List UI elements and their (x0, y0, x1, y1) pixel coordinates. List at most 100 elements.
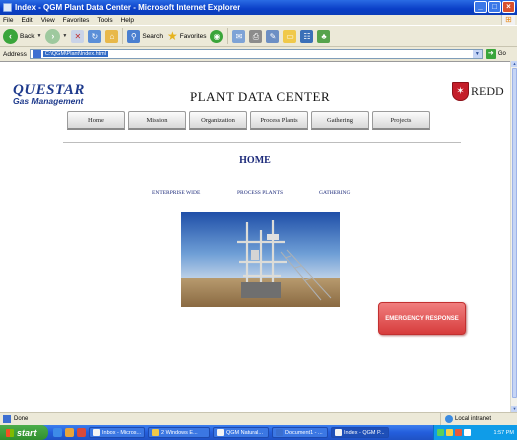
address-bar: Address C:\QGM\Plant\Index.html ▼ ➜ Go (0, 48, 517, 60)
menu-help[interactable]: Help (121, 17, 134, 24)
star-icon: ★ (166, 29, 178, 43)
search-label: Search (142, 32, 163, 40)
menu-bar: File Edit View Favorites Tools Help ⊞ (0, 15, 517, 25)
close-button[interactable]: × (502, 1, 515, 13)
section-heading: HOME (239, 155, 271, 166)
dropdown-arrow-icon[interactable]: ▼ (472, 50, 482, 58)
menu-favorites[interactable]: Favorites (63, 17, 90, 24)
start-button[interactable]: start (0, 425, 48, 440)
page-title: PLANT DATA CENTER (190, 89, 331, 104)
outlook-launch-icon[interactable] (65, 428, 74, 437)
tab-mission[interactable]: Mission (128, 111, 186, 130)
antivirus-icon[interactable] (455, 429, 462, 436)
task-qgm-natural[interactable]: QGM Natural... (213, 427, 269, 438)
search-button[interactable]: ⚲ Search (127, 27, 163, 45)
search-icon: ⚲ (127, 29, 141, 43)
favorites-label: Favorites (179, 32, 207, 40)
task-label: Inbox - Micros... (102, 429, 142, 436)
forward-arrow-icon: › (45, 28, 61, 44)
status-bar: Done Local intranet (0, 412, 517, 425)
dropdown-arrow-icon: ▼ (62, 33, 68, 39)
messenger-icon[interactable]: ☷ (300, 29, 314, 43)
ie-icon (3, 3, 12, 12)
folder-icon[interactable]: ▭ (283, 29, 297, 43)
task-label: QGM Natural... (226, 429, 263, 436)
go-label: Go (497, 51, 506, 57)
window-titlebar: Index - QGM Plant Data Center - Microsof… (0, 0, 517, 15)
network-icon[interactable] (437, 429, 444, 436)
link-enterprise-wide[interactable]: ENTERPRISE WIDE (152, 190, 200, 196)
menu-tools[interactable]: Tools (97, 17, 112, 24)
minimize-button[interactable]: _ (474, 1, 487, 13)
media-launch-icon[interactable] (77, 428, 86, 437)
forward-button[interactable]: › ▼ (45, 27, 67, 45)
media-icon[interactable]: ◉ (210, 29, 224, 43)
refresh-icon[interactable]: ↻ (88, 29, 102, 43)
scroll-thumb[interactable] (512, 68, 517, 398)
favorites-button[interactable]: ★ Favorites (167, 27, 207, 45)
dropdown-arrow-icon: ▼ (36, 33, 42, 39)
scroll-up-icon[interactable]: ▲ (511, 61, 517, 67)
redd-label: REDD (471, 84, 504, 98)
outlook-icon (93, 429, 100, 436)
security-zone: Local intranet (440, 413, 491, 425)
tab-gathering[interactable]: Gathering (311, 111, 369, 130)
task-document1[interactable]: Document1 - ... (272, 427, 328, 438)
link-gathering[interactable]: GATHERING (319, 190, 350, 196)
task-label: 2 Windows E... (161, 429, 198, 436)
page-icon (3, 415, 11, 423)
system-tray: 1:57 PM (433, 425, 517, 440)
edit-icon[interactable]: ✎ (266, 29, 280, 43)
address-url: C:\QGM\Plant\Index.html (42, 51, 108, 57)
page-icon (32, 50, 41, 58)
link-process-plants[interactable]: PROCESS PLANTS (237, 190, 283, 196)
zone-label: Local intranet (455, 416, 492, 422)
shield-icon: ✶ (452, 82, 469, 101)
print-icon[interactable]: ⎙ (249, 29, 263, 43)
ie-launch-icon[interactable] (53, 428, 62, 437)
address-label: Address (3, 50, 27, 58)
task-index-qgm[interactable]: Index - QGM P... (331, 427, 389, 438)
window-controls: _ □ × (474, 1, 515, 13)
task-inbox[interactable]: Inbox - Micros... (89, 427, 145, 438)
nav-divider (63, 142, 461, 143)
tab-home[interactable]: Home (67, 111, 125, 130)
folder-icon (152, 429, 159, 436)
volume-icon[interactable] (464, 429, 471, 436)
tab-process-plants[interactable]: Process Plants (250, 111, 308, 130)
mail-icon[interactable]: ✉ (232, 29, 246, 43)
stop-icon[interactable]: ✕ (71, 29, 85, 43)
page-viewport: QUESTAR Gas Management PLANT DATA CENTER… (0, 61, 510, 412)
vertical-scrollbar[interactable]: ▲ ▼ (510, 61, 517, 412)
toolbar-separator (122, 28, 124, 44)
windows-logo-icon: ⊞ (501, 15, 515, 25)
redd-logo[interactable]: ✶ REDD (452, 82, 504, 101)
tab-projects[interactable]: Projects (372, 111, 430, 130)
emergency-response-button[interactable]: EMERGENCY RESPONSE (378, 302, 466, 335)
main-nav: Home Mission Organization Process Plants… (67, 111, 430, 130)
task-label: Document1 - ... (285, 429, 323, 436)
maximize-button[interactable]: □ (488, 1, 501, 13)
go-button[interactable]: ➜ Go (485, 49, 506, 59)
taskbar: start Inbox - Micros... 2 Windows E... Q… (0, 425, 517, 440)
home-icon[interactable]: ⌂ (105, 29, 119, 43)
tab-organization[interactable]: Organization (189, 111, 247, 130)
menu-view[interactable]: View (41, 17, 55, 24)
menu-edit[interactable]: Edit (21, 17, 32, 24)
word-icon (276, 429, 283, 436)
status-text: Done (14, 416, 29, 422)
questar-logo[interactable]: QUESTAR Gas Management (13, 83, 85, 106)
window-title: Index - QGM Plant Data Center - Microsof… (15, 3, 241, 12)
research-icon[interactable]: ♣ (317, 29, 331, 43)
back-button[interactable]: ‹ Back ▼ (3, 27, 41, 45)
task-windows-explorer[interactable]: 2 Windows E... (148, 427, 210, 438)
plant-photo (181, 212, 340, 307)
shield-tray-icon[interactable] (446, 429, 453, 436)
ie-icon (335, 429, 342, 436)
address-input[interactable]: C:\QGM\Plant\Index.html ▼ (29, 49, 483, 59)
intranet-icon (445, 415, 453, 423)
menu-file[interactable]: File (3, 17, 13, 24)
clock: 1:57 PM (493, 429, 514, 436)
windows-flag-icon (6, 428, 14, 437)
quick-launch (53, 428, 86, 437)
